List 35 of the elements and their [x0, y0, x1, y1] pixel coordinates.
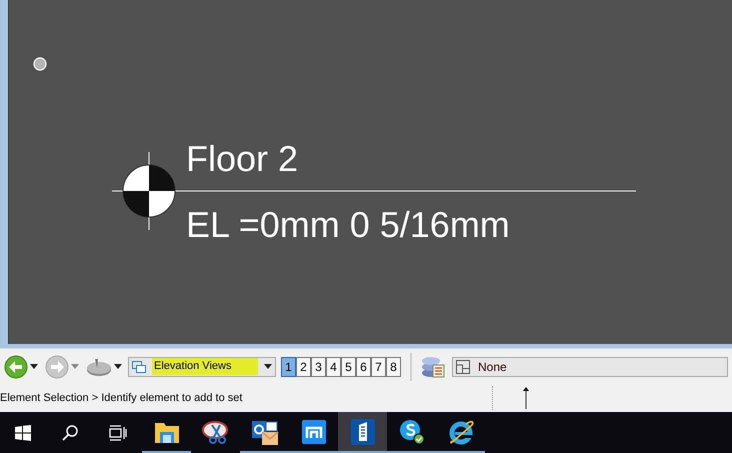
- view-number-button[interactable]: 4: [326, 356, 341, 376]
- caret-icon: [264, 364, 272, 369]
- status-prompt: Element Selection > Identify element to add to set: [0, 390, 244, 406]
- view-number-button[interactable]: 6: [356, 356, 371, 376]
- disc-tool-button[interactable]: [86, 356, 122, 376]
- caret-icon: [71, 364, 79, 369]
- back-button[interactable]: [4, 354, 38, 378]
- browser-icon: [448, 418, 474, 444]
- floor-plan-icon: [456, 360, 470, 374]
- scissors-icon: [202, 418, 230, 444]
- view-number-button[interactable]: 8: [386, 356, 401, 376]
- caret-icon: [30, 364, 38, 369]
- view-number-button[interactable]: 7: [371, 356, 386, 376]
- caret-icon: [114, 364, 122, 369]
- search-icon: [62, 424, 78, 440]
- disc-icon: [86, 356, 112, 376]
- elevation-label: EL =0mm 0 5/16mm: [186, 203, 510, 247]
- view-number-button[interactable]: 5: [341, 356, 356, 376]
- building-icon: [350, 418, 374, 444]
- view-number-button[interactable]: 2: [296, 356, 311, 376]
- app-tile-icon: [302, 420, 326, 444]
- forward-button[interactable]: [45, 354, 79, 378]
- windows-logo-icon: [15, 424, 31, 440]
- view-number-button[interactable]: 3: [311, 356, 326, 376]
- level-filter-field[interactable]: None: [452, 356, 728, 376]
- view-number-button[interactable]: 1: [281, 356, 296, 376]
- view-group-dropdown[interactable]: Elevation Views: [128, 356, 276, 376]
- point-marker-icon: [33, 57, 47, 71]
- cursor-icon: [523, 387, 529, 409]
- skype-icon: [398, 418, 424, 444]
- level-name: Floor 2: [186, 137, 298, 181]
- layers-icon[interactable]: [421, 354, 445, 378]
- task-view-icon: [109, 424, 127, 440]
- views-icon: [132, 360, 146, 372]
- taskbar-app-button[interactable]: [338, 412, 387, 453]
